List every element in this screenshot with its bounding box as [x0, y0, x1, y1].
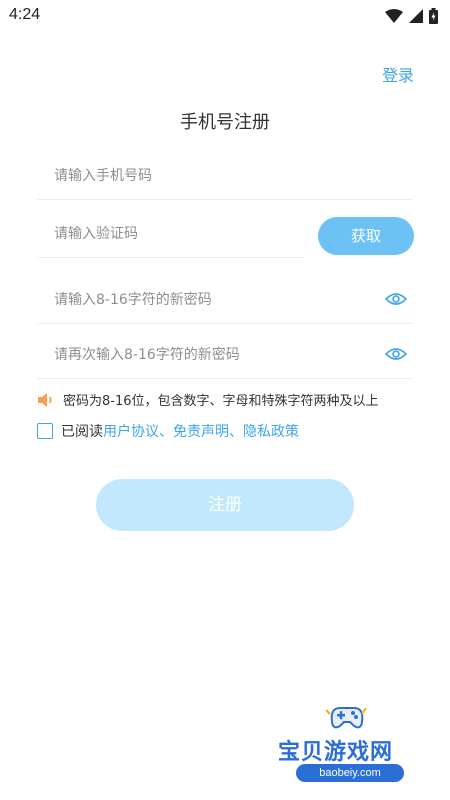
agreement-separator: 、	[229, 424, 243, 440]
login-link[interactable]: 登录	[382, 62, 414, 86]
signal-icon	[409, 9, 423, 23]
agreement-row: 已阅读 用户协议 、 免责声明 、 隐私政策	[37, 421, 299, 441]
phone-input[interactable]	[54, 164, 294, 188]
agreement-prefix: 已阅读	[61, 424, 103, 440]
eye-icon[interactable]	[385, 291, 407, 307]
eye-icon[interactable]	[385, 346, 407, 362]
agreement-separator: 、	[159, 424, 173, 440]
password-field	[37, 276, 413, 324]
disclaimer-link[interactable]: 免责声明	[173, 421, 229, 441]
status-icons	[385, 8, 438, 24]
gamepad-icon	[325, 707, 367, 729]
watermark-logo: 宝贝游戏网 baobeiy.com	[268, 700, 428, 800]
get-code-button[interactable]: 获取	[318, 217, 414, 255]
confirm-password-field	[37, 331, 413, 379]
confirm-password-input[interactable]	[54, 343, 294, 367]
password-input[interactable]	[54, 288, 294, 312]
user-agreement-link[interactable]: 用户协议	[103, 421, 159, 441]
register-button[interactable]: 注册	[96, 479, 354, 531]
password-hint: 密码为8-16位，包含数字、字母和特殊字符两种及以上	[37, 390, 379, 409]
verification-code-input[interactable]	[54, 222, 294, 246]
page-title: 手机号注册	[180, 112, 270, 133]
agreement-checkbox[interactable]	[37, 423, 53, 439]
status-time: 4:24	[9, 6, 41, 23]
battery-icon	[429, 8, 438, 24]
wifi-icon	[385, 9, 403, 23]
watermark-url: baobeiy.com	[296, 764, 404, 782]
code-field	[37, 210, 305, 258]
password-hint-text: 密码为8-16位，包含数字、字母和特殊字符两种及以上	[63, 394, 379, 409]
status-bar: 4:24	[0, 0, 450, 34]
phone-field	[37, 152, 413, 200]
watermark-title: 宝贝游戏网	[278, 740, 394, 765]
speaker-icon	[38, 392, 52, 407]
privacy-policy-link[interactable]: 隐私政策	[243, 421, 299, 441]
